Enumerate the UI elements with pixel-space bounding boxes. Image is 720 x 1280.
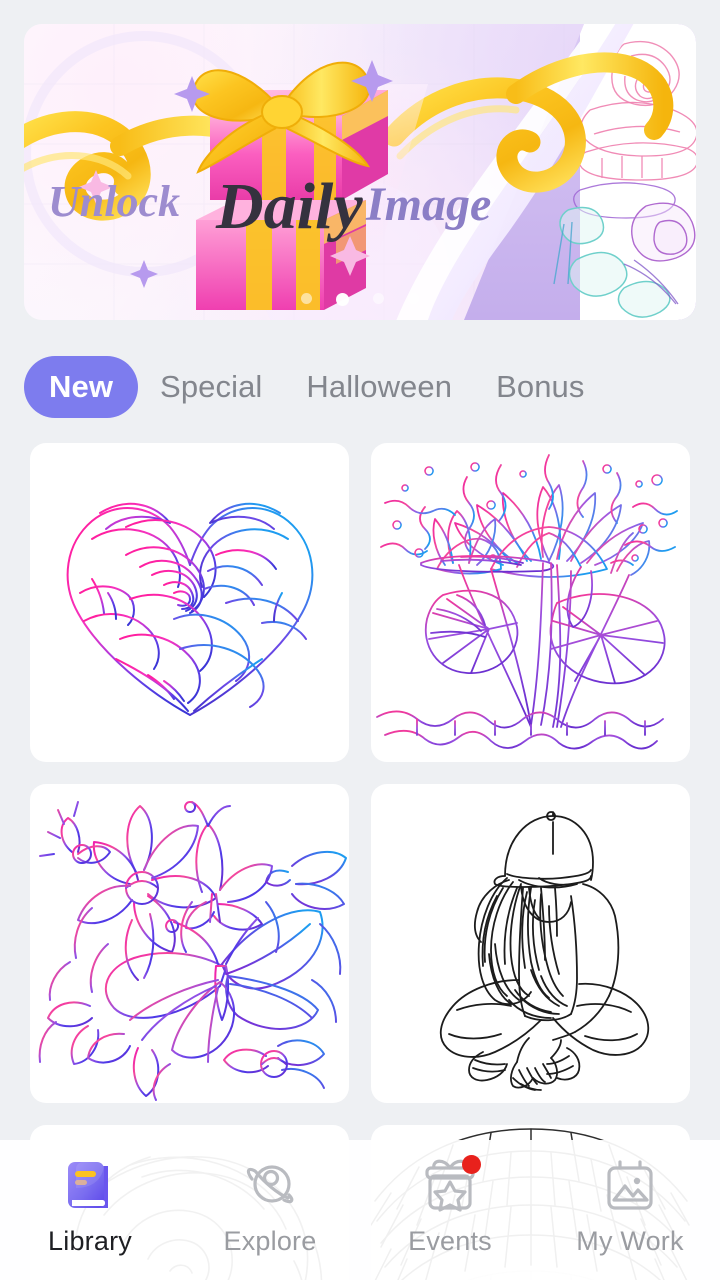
headline-unlock: Unlock bbox=[48, 177, 180, 226]
nav-item-library[interactable]: Library bbox=[0, 1154, 180, 1257]
planet-icon bbox=[238, 1154, 302, 1218]
nav-label-my-work: My Work bbox=[576, 1226, 684, 1256]
nav-label-events: Events bbox=[408, 1226, 492, 1256]
card-girl-sitting[interactable] bbox=[371, 784, 690, 1103]
butterfly-bloom-artwork bbox=[38, 801, 347, 1101]
carousel-dot-3[interactable] bbox=[408, 293, 419, 304]
gift-icon bbox=[418, 1154, 482, 1218]
card-rose-heart[interactable] bbox=[30, 443, 349, 762]
headline-daily: Daily bbox=[215, 170, 363, 243]
headline-image: Image bbox=[365, 178, 491, 231]
events-notification-badge bbox=[462, 1155, 481, 1174]
girl-sitting-artwork bbox=[439, 811, 650, 1091]
nav-item-explore[interactable]: Explore bbox=[180, 1154, 360, 1257]
tab-new[interactable]: New bbox=[24, 356, 139, 418]
tab-special[interactable]: Special bbox=[138, 356, 284, 418]
photo-frame-icon bbox=[598, 1154, 662, 1218]
nav-label-explore: Explore bbox=[223, 1226, 317, 1256]
carousel-dot-1[interactable] bbox=[336, 293, 349, 306]
app-root: Unlock Daily Image New Special Halloween… bbox=[0, 0, 720, 1280]
book-icon bbox=[58, 1154, 122, 1218]
nav-item-events[interactable]: Events bbox=[360, 1154, 540, 1257]
banner-artwork: Unlock Daily Image bbox=[24, 24, 696, 320]
category-tabs: New Special Halloween Bonus bbox=[24, 354, 714, 420]
carousel-dot-2[interactable] bbox=[373, 293, 384, 304]
daily-image-promo-banner[interactable]: Unlock Daily Image bbox=[24, 24, 696, 320]
nav-label-library: Library bbox=[48, 1226, 132, 1256]
carousel-dots[interactable] bbox=[24, 293, 696, 306]
tab-halloween[interactable]: Halloween bbox=[284, 356, 474, 418]
nav-item-my-work[interactable]: My Work bbox=[540, 1154, 720, 1257]
card-butterfly-bloom[interactable] bbox=[30, 784, 349, 1103]
bottom-navigation-bar: Library Explore Events My Work bbox=[0, 1140, 720, 1280]
rose-heart-artwork bbox=[66, 502, 314, 716]
card-lotus-pond[interactable] bbox=[371, 443, 690, 762]
tab-bonus[interactable]: Bonus bbox=[474, 356, 606, 418]
lotus-pond-artwork bbox=[375, 454, 686, 750]
carousel-dot-0[interactable] bbox=[301, 293, 312, 304]
